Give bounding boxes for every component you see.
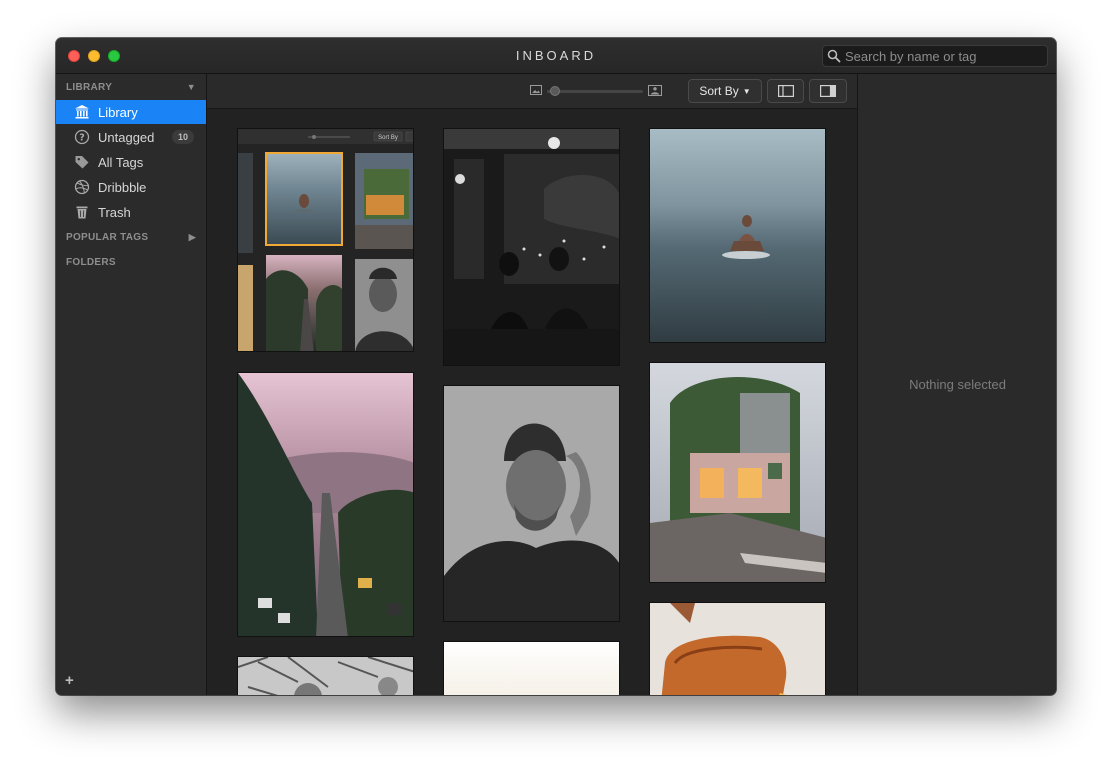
image-thumbnail[interactable] xyxy=(443,385,620,622)
popular-tags-section-label: POPULAR TAGS xyxy=(66,231,149,243)
sidebar-item-label: Dribbble xyxy=(98,179,147,195)
ivy-cafe-image xyxy=(650,363,825,582)
image-thumbnail[interactable]: Sort By xyxy=(237,128,414,352)
zoom-slider[interactable] xyxy=(547,86,643,96)
tag-icon xyxy=(74,154,90,170)
sort-by-label: Sort By xyxy=(699,84,739,98)
title-bar: INBOARD xyxy=(56,38,1056,74)
grilled-cheese-image xyxy=(650,603,825,695)
sidebar: LIBRARY ▼ Library ? Untagged 10 All Tags xyxy=(56,74,207,695)
mini-sort-label: Sort By xyxy=(378,135,398,141)
man-portrait-image xyxy=(444,386,619,621)
sidebar-item-untagged[interactable]: ? Untagged 10 xyxy=(56,125,206,149)
bare-trees-image xyxy=(238,657,413,695)
popular-tags-section-header[interactable]: POPULAR TAGS ▶ xyxy=(66,229,196,245)
app-window: INBOARD LIBRARY ▼ Library ? Untagged 10 xyxy=(56,38,1056,695)
night-bar-image xyxy=(444,129,619,365)
main-content: Sort By ▼ Sort By xyxy=(207,74,857,695)
folders-section-header[interactable]: FOLDERS xyxy=(66,254,196,270)
left-sidebar-icon xyxy=(777,85,794,97)
toggle-sidebar-button[interactable] xyxy=(767,79,804,103)
toolbar: Sort By ▼ xyxy=(207,74,857,109)
folders-section-label: FOLDERS xyxy=(66,256,116,268)
untagged-count-badge: 10 xyxy=(172,130,194,144)
right-sidebar-icon xyxy=(820,85,836,97)
sort-by-button[interactable]: Sort By ▼ xyxy=(688,79,762,103)
image-thumbnail[interactable] xyxy=(237,656,414,695)
sidebar-item-label: Library xyxy=(98,104,138,120)
sidebar-item-dribbble[interactable]: Dribbble xyxy=(56,175,206,199)
sidebar-item-label: Trash xyxy=(98,204,131,220)
chevron-down-icon: ▼ xyxy=(742,86,751,96)
image-thumbnail[interactable] xyxy=(237,372,414,637)
image-thumbnail[interactable] xyxy=(649,128,826,343)
toggle-detail-pane-button[interactable] xyxy=(809,79,847,103)
sidebar-item-label: All Tags xyxy=(98,154,144,170)
library-section-label: LIBRARY xyxy=(66,81,113,93)
image-thumbnail[interactable] xyxy=(649,362,826,583)
image-grid: Sort By xyxy=(207,109,857,695)
search-field[interactable] xyxy=(822,45,1048,67)
image-thumbnail[interactable] xyxy=(443,128,620,366)
sidebar-item-library[interactable]: Library xyxy=(56,100,206,124)
library-icon xyxy=(74,104,90,120)
sidebar-item-trash[interactable]: Trash xyxy=(56,200,206,224)
zoom-slider-thumb[interactable] xyxy=(550,86,561,96)
image-thumbnail[interactable] xyxy=(443,641,620,695)
empty-selection-text: Nothing selected xyxy=(909,377,1006,392)
large-thumbnail-icon[interactable] xyxy=(648,85,662,96)
expand-triangle-icon[interactable]: ▶ xyxy=(189,232,196,243)
bright-photo-image xyxy=(444,642,619,695)
palm-street-image xyxy=(238,373,413,636)
library-section-header[interactable]: LIBRARY ▼ xyxy=(66,79,196,95)
detail-pane: Nothing selected xyxy=(857,74,1056,695)
app-screenshot-image: Sort By xyxy=(238,129,413,351)
question-icon: ? xyxy=(74,129,90,145)
dribbble-icon xyxy=(74,179,90,195)
add-folder-button[interactable]: + xyxy=(65,672,74,689)
small-thumbnail-icon[interactable] xyxy=(530,85,542,95)
search-input[interactable] xyxy=(845,48,1045,64)
image-thumbnail[interactable] xyxy=(649,602,826,695)
collapse-triangle-icon[interactable]: ▼ xyxy=(187,82,196,92)
surfer-fog-image xyxy=(650,129,825,342)
sidebar-item-label: Untagged xyxy=(98,129,155,145)
search-icon xyxy=(827,49,841,63)
sidebar-item-all-tags[interactable]: All Tags xyxy=(56,150,206,174)
svg-text:?: ? xyxy=(79,133,85,144)
trash-icon xyxy=(74,204,90,220)
